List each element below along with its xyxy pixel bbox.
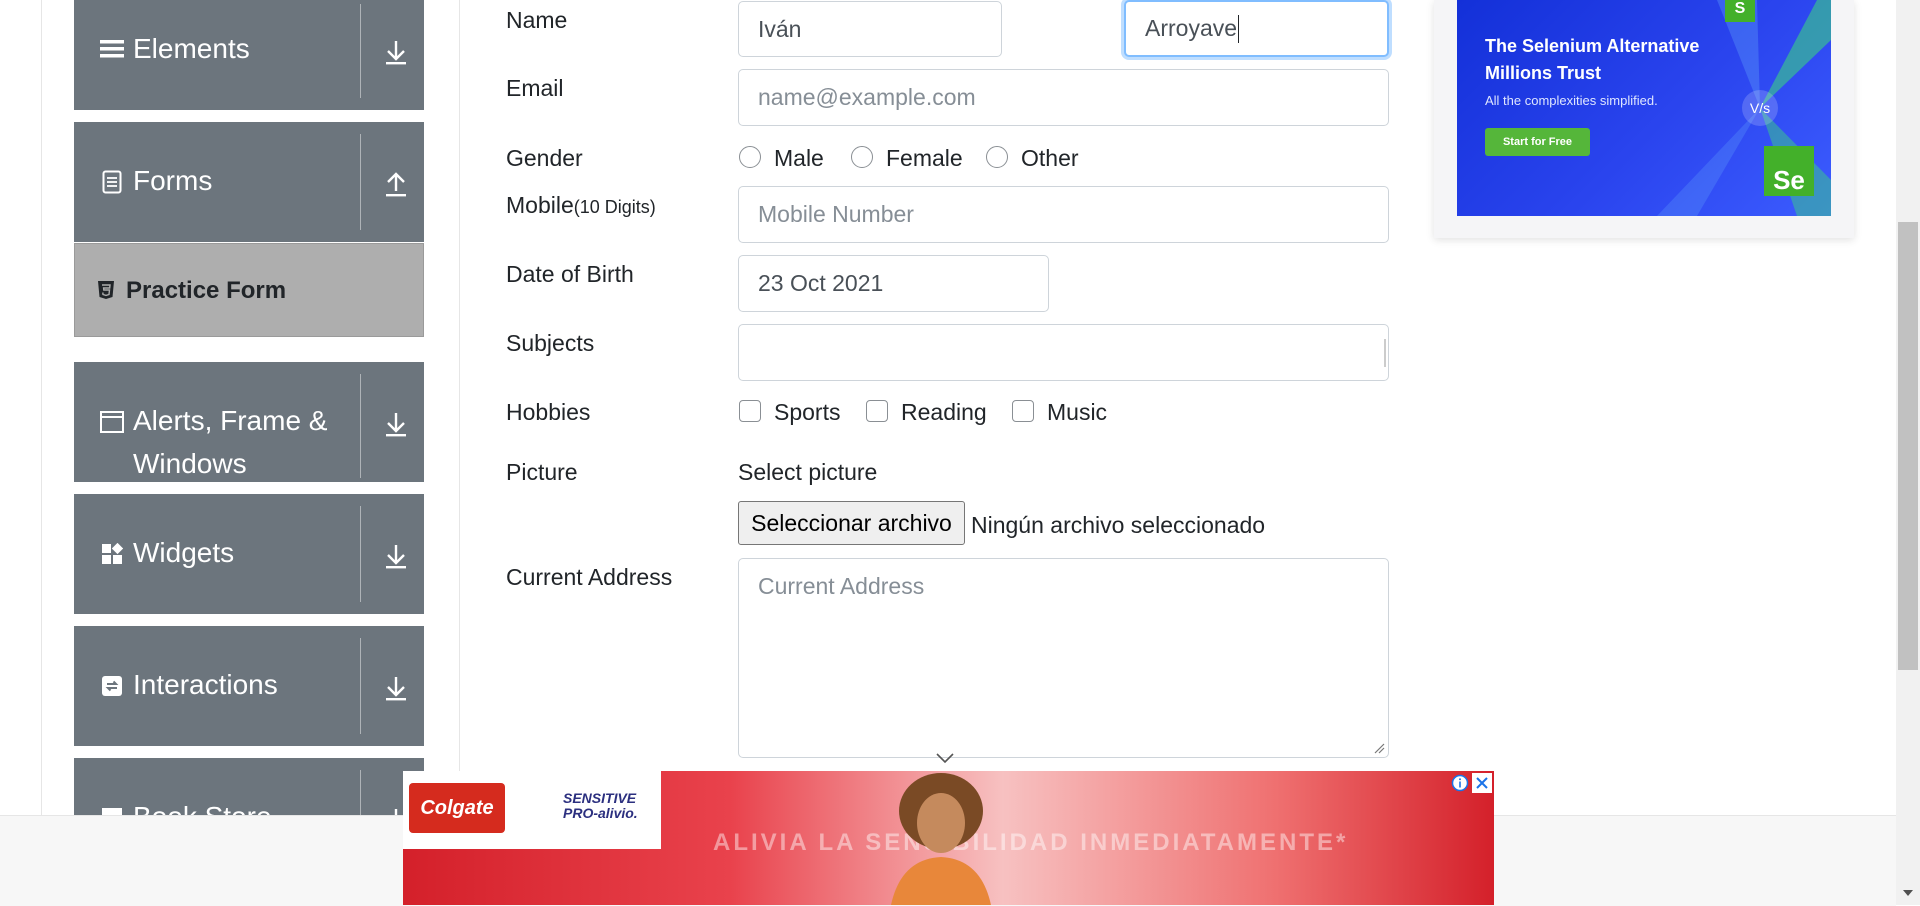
- selenium-ad[interactable]: S The Selenium Alternative Millions Trus…: [1457, 0, 1831, 216]
- selenium-s-logo: S: [1725, 0, 1755, 22]
- sidebar-group-label: Forms: [133, 165, 213, 196]
- sync-icon: [100, 674, 124, 698]
- colgate-ad[interactable]: Colgate SENSITIVE PRO-alivio. ALIVIA LA S…: [403, 771, 1494, 905]
- hobby-checkbox-music[interactable]: [1012, 400, 1034, 422]
- first-name-input[interactable]: Iván: [738, 1, 1002, 57]
- hobby-option-reading[interactable]: Reading: [901, 399, 987, 426]
- sidebar-group-widgets[interactable]: Widgets: [74, 494, 424, 614]
- sidebar-group-alerts[interactable]: Alerts, Frame & Windows: [74, 362, 424, 482]
- hobby-option-music[interactable]: Music: [1047, 399, 1107, 426]
- sidebar-left-border: [41, 0, 42, 815]
- first-name-value: Iván: [758, 15, 802, 42]
- email-placeholder: name@example.com: [758, 84, 976, 110]
- subjects-input[interactable]: [738, 324, 1389, 381]
- sidebar-group-label-line1: Alerts, Frame &: [133, 405, 328, 436]
- email-input[interactable]: name@example.com: [738, 69, 1389, 126]
- versus-icon: V/s: [1742, 90, 1778, 126]
- last-name-input[interactable]: Arroyave: [1124, 0, 1389, 57]
- widgets-icon: [100, 542, 124, 566]
- html5-icon: [97, 280, 115, 300]
- file-status-text: Ningún archivo seleccionado: [971, 512, 1266, 538]
- gender-label: Gender: [506, 145, 583, 171]
- sidebar-item-practice-form[interactable]: Practice Form: [74, 243, 424, 337]
- sidebar-group-elements[interactable]: Elements: [74, 0, 424, 110]
- current-address-textarea[interactable]: Current Address: [738, 558, 1389, 758]
- download-arrow-icon[interactable]: [384, 410, 408, 438]
- choose-file-button[interactable]: Seleccionar archivo: [738, 501, 965, 545]
- group-divider: [360, 134, 361, 230]
- sidebar-group-label: Interactions: [133, 669, 278, 700]
- gender-radio-male[interactable]: [739, 146, 761, 168]
- ad-headline-line2: Millions Trust: [1485, 63, 1602, 83]
- selenium-badge: Se: [1764, 146, 1814, 196]
- name-label: Name: [506, 7, 568, 33]
- window-icon: [100, 410, 124, 434]
- address-placeholder: Current Address: [758, 573, 925, 599]
- gender-option-female[interactable]: Female: [886, 145, 963, 172]
- ad-headline-line1: The Selenium Alternative: [1485, 36, 1700, 56]
- picture-label: Picture: [506, 459, 578, 485]
- scrollbar-thumb[interactable]: [1898, 222, 1918, 670]
- select-picture-label: Select picture: [738, 459, 878, 485]
- text-caret: [1238, 14, 1240, 43]
- dob-label: Date of Birth: [506, 261, 634, 287]
- ad-subtext: All the complexities simplified.: [1485, 93, 1658, 108]
- hobby-checkbox-reading[interactable]: [866, 400, 888, 422]
- sidebar-group-interactions[interactable]: Interactions: [74, 626, 424, 746]
- sidebar-group-label: Widgets: [133, 537, 235, 568]
- group-divider: [360, 374, 361, 478]
- product-line1: SENSITIVE: [563, 790, 637, 806]
- email-label: Email: [506, 75, 564, 101]
- mobile-digits-hint: (10 Digits): [573, 197, 656, 217]
- sidebar-item-label: Practice Form: [126, 277, 287, 304]
- ad-cta-button[interactable]: Start for Free: [1485, 128, 1590, 156]
- ad-brand-panel: Colgate SENSITIVE PRO-alivio.: [403, 771, 661, 849]
- mobile-input[interactable]: Mobile Number: [738, 186, 1389, 243]
- mobile-label: Mobile(10 Digits): [506, 192, 656, 219]
- group-divider: [360, 4, 361, 98]
- hobby-option-sports[interactable]: Sports: [774, 399, 840, 426]
- group-divider: [360, 770, 361, 815]
- date-of-birth-input[interactable]: 23 Oct 2021: [738, 255, 1049, 312]
- colgate-logo: Colgate: [409, 783, 505, 833]
- sidebar-group-label: Elements: [133, 33, 250, 64]
- mobile-label-text: Mobile: [506, 192, 574, 218]
- sidebar-group-book-store[interactable]: Book Store: [74, 758, 424, 815]
- sidebar-group-label-line2: Windows: [133, 448, 247, 479]
- download-arrow-icon[interactable]: [384, 542, 408, 570]
- book-icon: [100, 806, 124, 815]
- group-divider: [360, 638, 361, 734]
- gender-radio-female[interactable]: [851, 146, 873, 168]
- ad-info-icon[interactable]: [1450, 773, 1470, 793]
- gender-option-other[interactable]: Other: [1021, 145, 1079, 172]
- chevron-down-icon[interactable]: [935, 752, 955, 764]
- dob-value: 23 Oct 2021: [758, 270, 884, 296]
- resize-grip-icon[interactable]: [1373, 742, 1385, 754]
- scroll-down-arrow-icon[interactable]: [1900, 886, 1916, 900]
- sidebar-group-forms[interactable]: Forms: [74, 122, 424, 242]
- gender-option-male[interactable]: Male: [774, 145, 824, 172]
- address-label: Current Address: [506, 564, 673, 590]
- product-name: SENSITIVE PRO-alivio.: [563, 791, 638, 821]
- group-divider: [360, 506, 361, 602]
- download-arrow-icon[interactable]: [384, 674, 408, 702]
- ad-model-image: [891, 773, 991, 905]
- ad-close-icon[interactable]: [1472, 773, 1492, 793]
- subjects-label: Subjects: [506, 330, 595, 356]
- sidebar-group-label: Book Store: [133, 795, 272, 815]
- last-name-value: Arroyave: [1145, 15, 1238, 41]
- upload-arrow-icon[interactable]: [384, 170, 408, 198]
- mobile-placeholder: Mobile Number: [758, 201, 914, 227]
- subjects-indicator: [1384, 339, 1386, 367]
- gender-radio-other[interactable]: [986, 146, 1008, 168]
- document-icon: [100, 170, 124, 194]
- hobby-checkbox-sports[interactable]: [739, 400, 761, 422]
- hamburger-icon: [100, 37, 124, 61]
- content-divider: [459, 0, 460, 815]
- ad-slogan: ALIVIA LA SENSIBILIDAD INMEDIATAMENTE*: [713, 829, 1349, 856]
- hobbies-label: Hobbies: [506, 399, 591, 425]
- download-arrow-icon[interactable]: [384, 38, 408, 66]
- product-line2: PRO-alivio.: [563, 805, 638, 821]
